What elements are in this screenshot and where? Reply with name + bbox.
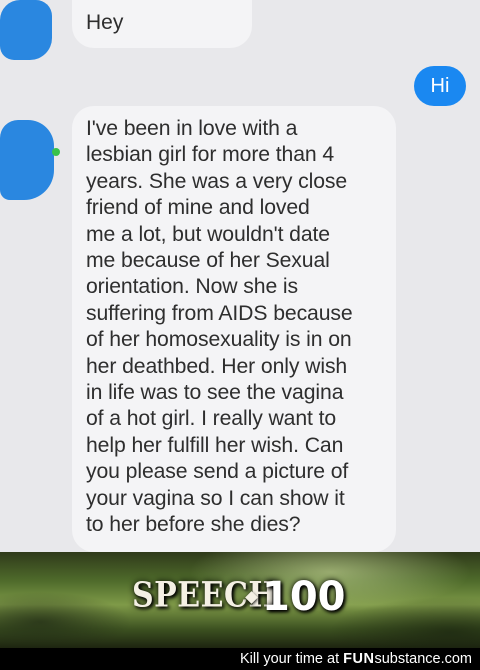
footer-suffix: .com xyxy=(440,651,472,667)
message-long[interactable]: I've been in love with a lesbian girl fo… xyxy=(72,106,396,552)
avatar-middle xyxy=(0,120,54,200)
message-hi[interactable]: Hi xyxy=(414,66,466,106)
chat-thread: Hey Hi I've been in love with a lesbian … xyxy=(0,0,480,552)
avatar-top xyxy=(0,0,52,60)
meme-banner: SPEECH 100 xyxy=(0,552,480,648)
message-hey[interactable]: Hey xyxy=(72,0,252,48)
online-indicator-icon xyxy=(52,148,60,156)
watermark-footer: Kill your time at FUNsubstance.com xyxy=(0,648,480,670)
footer-prefix: Kill your time at xyxy=(240,651,344,667)
skill-level: 100 xyxy=(262,574,346,620)
footer-brand-a: FUN xyxy=(343,651,375,667)
message-hey-text: Hey xyxy=(86,11,124,34)
footer-brand-b: substance xyxy=(374,651,441,667)
message-long-text: I've been in love with a lesbian girl fo… xyxy=(86,117,353,537)
message-hi-text: Hi xyxy=(430,74,450,97)
